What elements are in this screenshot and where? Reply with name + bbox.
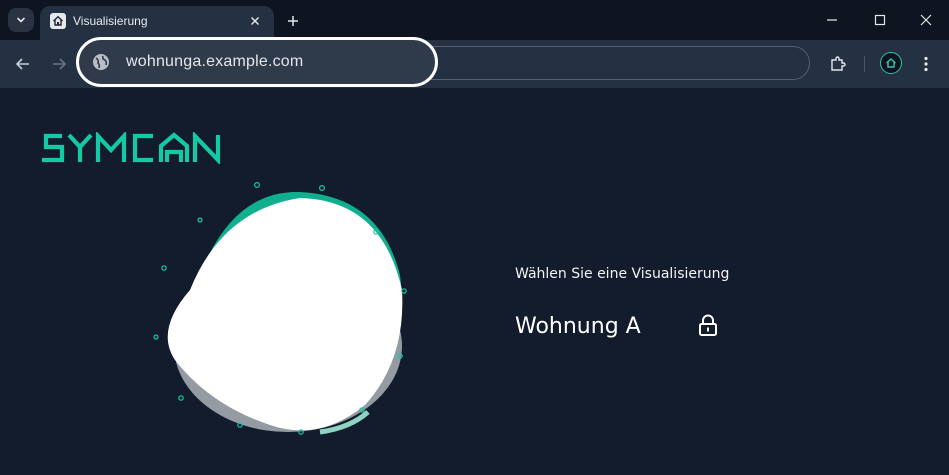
maximize-button[interactable] <box>866 8 894 32</box>
home-icon <box>50 13 66 29</box>
url-text: wohnunga.example.com <box>126 53 304 70</box>
address-bar-focused[interactable]: wohnunga.example.com <box>76 37 438 87</box>
lock-icon <box>697 313 719 337</box>
arrow-left-icon <box>15 58 29 70</box>
browser-tab[interactable]: Visualisierung <box>40 6 274 40</box>
close-icon <box>251 17 259 25</box>
close-window-button[interactable] <box>912 8 940 32</box>
chevron-down-icon <box>17 17 25 23</box>
globe-icon <box>91 52 111 72</box>
more-vertical-icon <box>924 56 928 72</box>
symcon-logo <box>42 132 221 164</box>
visualization-item[interactable]: Wohnung A <box>515 310 735 342</box>
back-button[interactable] <box>11 52 35 76</box>
forward-button[interactable] <box>47 52 71 76</box>
browser-titlebar: Visualisierung <box>0 0 949 40</box>
home-icon <box>886 57 896 68</box>
page-content: Wählen Sie eine Visualisierung Wohnung A <box>0 88 949 475</box>
browser-toolbar: wohnunga.example.com <box>0 37 949 88</box>
profile-button[interactable] <box>880 52 902 74</box>
puzzle-icon <box>831 56 846 71</box>
tab-title: Visualisierung <box>73 14 148 28</box>
plus-icon <box>288 16 298 26</box>
visualization-name: Wohnung A <box>515 313 641 339</box>
select-visualization-prompt: Wählen Sie eine Visualisierung <box>515 266 730 282</box>
extensions-button[interactable] <box>826 52 850 76</box>
tab-close-button[interactable] <box>246 12 264 30</box>
minimize-button[interactable] <box>818 8 846 32</box>
tab-search-button[interactable] <box>8 8 34 32</box>
decorative-illustration <box>153 181 407 435</box>
maximize-icon <box>874 14 886 26</box>
arrow-right-icon <box>53 58 67 70</box>
minimize-icon <box>827 19 837 21</box>
browser-menu-button[interactable] <box>916 52 936 76</box>
new-tab-button[interactable] <box>282 10 304 32</box>
close-icon <box>920 14 932 26</box>
toolbar-separator <box>864 56 865 72</box>
